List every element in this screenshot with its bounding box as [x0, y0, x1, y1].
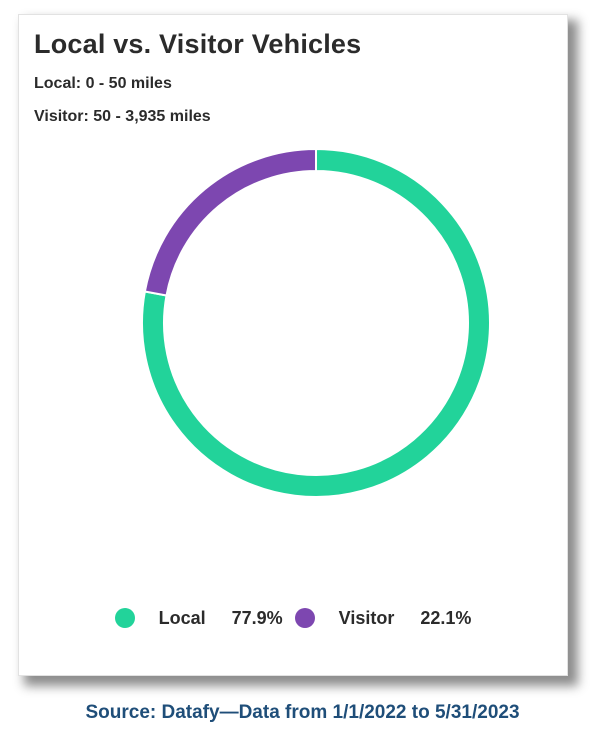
legend-label-local: Local: [158, 607, 206, 628]
legend-dot-local: [114, 608, 135, 628]
legend-item-visitor[interactable]: Visitor 22.1%: [294, 607, 472, 629]
legend-value-visitor: 22.1%: [420, 607, 472, 628]
legend-dot-visitor: [294, 608, 315, 628]
chart-card: Local vs. Visitor Vehicles Local: 0 - 50…: [18, 14, 568, 676]
source-caption: Source: Datafy—Data from 1/1/2022 to 5/3…: [85, 702, 520, 723]
donut-chart: [141, 147, 491, 498]
legend-item-local[interactable]: Local 77.9%: [114, 607, 283, 629]
legend-value-local: 77.9%: [231, 607, 283, 628]
donut-slice-visitor[interactable]: [143, 147, 317, 297]
legend-label-visitor: Visitor: [338, 607, 395, 628]
chart-legend: Local 77.9% Visitor 22.1%: [19, 603, 567, 633]
